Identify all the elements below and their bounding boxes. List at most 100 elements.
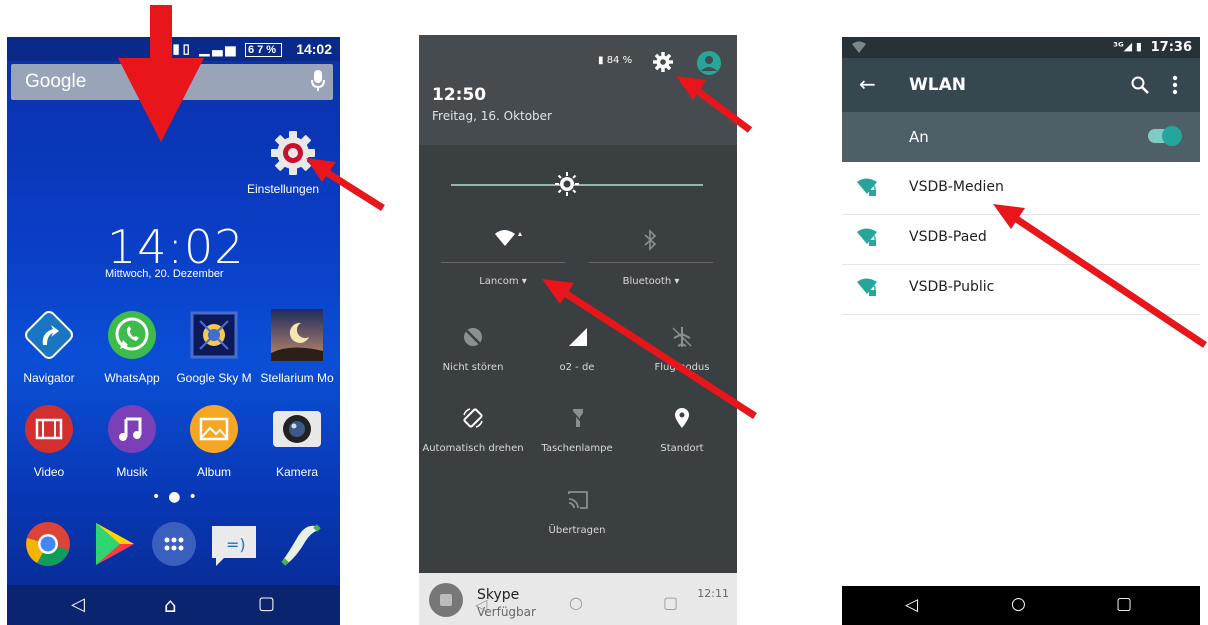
chrome-icon[interactable] [24, 520, 72, 568]
network-vsdb-paed[interactable]: VSDB-Paed [842, 214, 1200, 265]
home-button[interactable]: ○ [1011, 594, 1026, 614]
airplane-label: Flugmodus [654, 362, 710, 373]
more-options-icon[interactable] [1172, 75, 1178, 95]
app-whatsapp[interactable]: WhatsApp [92, 309, 172, 385]
home-screen: ✱ ▮▯ ▁▃▅ 67% 14:02 Google Einstellungen … [7, 37, 340, 625]
app-album[interactable]: Album [174, 403, 254, 479]
bluetooth-dropdown[interactable]: Bluetooth ▾ [591, 276, 711, 287]
settings-app-icon[interactable] [269, 129, 317, 177]
app-drawer-icon[interactable] [150, 520, 198, 568]
qs-time: 12:50 [432, 85, 487, 105]
home-button[interactable]: ○ [569, 593, 583, 612]
back-button[interactable]: ◁ [475, 595, 487, 614]
album-icon [190, 405, 238, 453]
google-search-bar[interactable]: Google [11, 64, 333, 100]
home-button[interactable]: ⌂ [164, 593, 177, 617]
battery-indicator: ▮ 84 % [598, 55, 633, 66]
wifi-icon[interactable] [493, 228, 523, 250]
airplane-icon[interactable] [671, 326, 693, 348]
sky-map-icon [190, 311, 238, 359]
back-arrow-icon[interactable]: ← [859, 72, 876, 96]
wlan-toggle-label: An [909, 128, 929, 146]
app-kamera[interactable]: Kamera [257, 403, 337, 479]
wifi-status-icon [852, 41, 866, 53]
app-stellarium[interactable]: Stellarium Mo [257, 309, 337, 385]
search-icon[interactable] [1131, 76, 1149, 94]
page-title: WLAN [909, 75, 966, 95]
rotate-icon[interactable] [462, 407, 484, 429]
divider [441, 262, 565, 263]
app-label: Stellarium Mo [260, 371, 334, 385]
phone-icon[interactable] [275, 520, 323, 568]
google-label: Google [25, 71, 87, 92]
status-bar: ✱ ▮▯ ▁▃▅ 67% 14:02 [7, 37, 340, 61]
wlan-settings-screen: ³ᴳ◢ ▮ 17:36 ← WLAN An VSDB-Medien VSDB-P… [842, 37, 1200, 625]
svg-text:=): =) [226, 535, 246, 554]
clock-widget[interactable]: 14:02 [107, 220, 245, 274]
status-time: 14:02 [296, 41, 332, 57]
skype-notification-icon [429, 583, 463, 617]
navigation-bar: ◁ ⌂ ▢ [7, 585, 340, 625]
notification-skype[interactable]: Skype Verfügbar 12:11 ◁ ○ ▢ [419, 573, 737, 625]
cast-icon[interactable] [567, 489, 589, 511]
back-button[interactable]: ◁ [905, 595, 918, 615]
user-avatar-icon[interactable] [697, 51, 721, 75]
video-icon [25, 405, 73, 453]
dnd-label: Nicht stören [442, 362, 504, 373]
brightness-icon[interactable] [555, 172, 579, 196]
app-musik[interactable]: Musik [92, 403, 172, 479]
page-indicator: •●• [152, 489, 205, 505]
wifi-locked-icon [857, 278, 877, 296]
signal-label: o2 - de [559, 362, 595, 373]
play-store-icon[interactable] [90, 520, 138, 568]
location-icon[interactable] [671, 407, 693, 429]
status-bar: ³ᴳ◢ ▮ 17:36 [842, 37, 1200, 58]
app-navigator[interactable]: Navigator [9, 309, 89, 385]
location-label: Standort [660, 443, 704, 454]
network-vsdb-public[interactable]: VSDB-Public [842, 264, 1200, 315]
qs-date: Freitag, 16. Oktober [432, 109, 552, 123]
wlan-switch[interactable] [1148, 126, 1182, 146]
network-name: VSDB-Medien [909, 179, 1004, 195]
camera-icon [273, 411, 321, 447]
quick-settings-header: ▮ 84 % 12:50 Freitag, 16. Oktober [419, 35, 737, 145]
recents-button[interactable]: ▢ [1116, 594, 1132, 614]
dnd-icon[interactable] [462, 326, 484, 348]
network-name: VSDB-Paed [909, 229, 987, 245]
cast-label: Übertragen [548, 525, 606, 536]
app-google-sky-map[interactable]: Google Sky M [174, 309, 254, 385]
navigator-icon [25, 311, 73, 359]
toolbar: ← WLAN [842, 58, 1200, 112]
rotate-label: Automatisch drehen [422, 443, 524, 454]
recents-button[interactable]: ▢ [258, 593, 275, 614]
quick-settings-panel: ▮ 84 % 12:50 Freitag, 16. Oktober Lancom… [419, 35, 737, 625]
signal-icon[interactable] [567, 326, 589, 348]
date-widget: Mittwoch, 20. Dezember [105, 268, 224, 280]
network-vsdb-medien[interactable]: VSDB-Medien [842, 164, 1200, 215]
status-icons: ✱ ▮▯ ▁▃▅ 67% [152, 41, 282, 57]
gear-icon[interactable] [653, 52, 673, 72]
settings-app-label: Einstellungen [247, 182, 320, 196]
back-button[interactable]: ◁ [71, 594, 85, 615]
navigation-bar: ◁ ○ ▢ [842, 586, 1200, 625]
app-label: Google Sky M [176, 371, 252, 385]
whatsapp-icon [108, 311, 156, 359]
network-name: VSDB-Public [909, 279, 995, 295]
wifi-locked-icon [857, 178, 877, 196]
app-label: Album [196, 465, 231, 479]
bluetooth-icon[interactable] [639, 229, 661, 251]
signal-status-icon: ³ᴳ◢ ▮ [1113, 40, 1142, 53]
wifi-dropdown[interactable]: Lancom ▾ [443, 276, 563, 287]
wifi-locked-icon [857, 228, 877, 246]
stellarium-icon [271, 309, 323, 361]
wlan-toggle-row[interactable]: An [842, 112, 1200, 162]
switch-knob [1162, 126, 1182, 146]
app-label: WhatsApp [104, 371, 160, 385]
app-label: Kamera [275, 465, 319, 479]
recents-button[interactable]: ▢ [663, 593, 678, 612]
app-label: Video [33, 465, 65, 479]
flashlight-icon[interactable] [567, 407, 589, 429]
app-video[interactable]: Video [9, 403, 89, 479]
microphone-icon[interactable] [311, 70, 325, 92]
messaging-icon[interactable]: =) [210, 520, 258, 568]
